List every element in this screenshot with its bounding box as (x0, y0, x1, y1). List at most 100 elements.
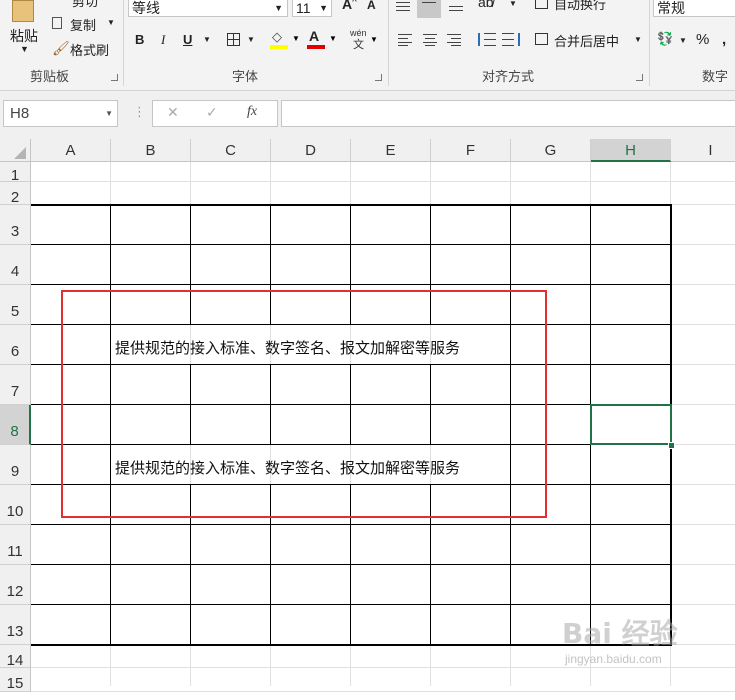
chevron-down-icon[interactable]: ▼ (203, 35, 211, 44)
align-left-icon[interactable] (398, 34, 412, 46)
wrap-text-button[interactable]: 自动换行 (533, 0, 633, 14)
row-header-3[interactable]: 3 (0, 205, 31, 245)
increase-indent-icon[interactable] (502, 33, 520, 46)
insert-function-icon[interactable]: fx (247, 104, 257, 120)
clipboard-group-label: 剪贴板 (30, 69, 70, 84)
row-header-5[interactable]: 5 (0, 285, 31, 325)
chevron-down-icon: ▼ (329, 34, 337, 43)
chevron-down-icon[interactable]: ▼ (105, 101, 113, 126)
chevron-down-icon[interactable]: ▼ (679, 36, 687, 45)
cancel-icon[interactable]: ✕ (167, 104, 179, 121)
font-dialog-launcher[interactable] (375, 74, 382, 81)
column-header-d[interactable]: D (271, 139, 351, 162)
row-header-2[interactable]: 2 (0, 182, 31, 206)
alignment-group-label: 对齐方式 (482, 69, 535, 84)
paste-label: 粘贴 (10, 28, 38, 44)
align-bottom-icon[interactable] (447, 0, 465, 14)
orientation-icon[interactable]: ab̸ (478, 0, 494, 10)
clipboard-dialog-launcher[interactable] (111, 74, 118, 81)
font-size-select[interactable]: 11 ▼ (292, 0, 332, 17)
row-header-9[interactable]: 9 (0, 445, 31, 485)
brush-icon: 🖌 (52, 40, 70, 56)
row-header-4[interactable]: 4 (0, 245, 31, 285)
column-header-b[interactable]: B (111, 139, 191, 162)
chevron-down-icon: ▼ (634, 35, 642, 44)
row-header-1[interactable]: 1 (0, 162, 31, 184)
row-header-15[interactable]: 15 (0, 668, 31, 692)
column-header-g[interactable]: G (511, 139, 591, 162)
column-header-e[interactable]: E (351, 139, 431, 162)
paste-button[interactable]: 粘贴 ▼ (4, 0, 44, 60)
row-header-8[interactable]: 8 (0, 405, 31, 445)
row-header-10[interactable]: 10 (0, 485, 31, 525)
chevron-down-icon: ▼ (107, 18, 115, 27)
font-group-label: 字体 (232, 69, 259, 84)
table-border-horizontal (31, 524, 672, 525)
row-header-11[interactable]: 11 (0, 525, 31, 565)
decrease-indent-icon[interactable] (478, 33, 496, 46)
borders-icon[interactable] (227, 33, 240, 46)
align-middle-icon[interactable] (394, 0, 412, 14)
copy-icon (52, 17, 62, 29)
name-box[interactable]: H8 ▼ (3, 100, 118, 127)
phonetic-guide-button[interactable]: wén 文 ▼ (348, 28, 378, 51)
row-header-14[interactable]: 14 (0, 645, 31, 669)
row-header-7[interactable]: 7 (0, 365, 31, 405)
wrap-text-label: 自动换行 (554, 0, 607, 12)
table-border-horizontal (31, 284, 672, 285)
name-box-value: H8 (10, 105, 30, 122)
chevron-down-icon[interactable]: ▼ (509, 0, 517, 8)
comma-style-icon[interactable]: , (722, 31, 726, 48)
chevron-down-icon: ▼ (20, 44, 29, 54)
row-header-13[interactable]: 13 (0, 605, 31, 645)
formula-buttons: ✕ ✓ fx (152, 100, 278, 127)
gridline-horizontal (31, 181, 735, 182)
decrease-font-size-icon[interactable]: Aˇ (367, 0, 378, 12)
row-header-12[interactable]: 12 (0, 565, 31, 605)
fill-color-button[interactable]: ◇ ▼ (270, 29, 300, 51)
font-color-button[interactable]: A ▼ (307, 28, 337, 51)
phonetic-char-icon: 文 (353, 39, 364, 51)
font-name-value: 等线 (132, 0, 160, 16)
formula-bar-grip-icon[interactable]: ⋮ (133, 104, 146, 120)
column-header-f[interactable]: F (431, 139, 511, 162)
fill-handle[interactable] (668, 442, 675, 449)
merge-center-button[interactable]: 合并后居中 ▼ (533, 30, 643, 50)
bold-button[interactable]: B (135, 32, 144, 47)
chevron-down-icon: ▼ (319, 3, 328, 13)
font-name-select[interactable]: 等线 ▼ (128, 0, 288, 17)
column-header-a[interactable]: A (31, 139, 111, 162)
row-header-6[interactable]: 6 (0, 325, 31, 365)
copy-button[interactable]: 复制 ▼ (50, 15, 120, 33)
clipboard-icon (12, 0, 34, 22)
underline-button[interactable]: U (183, 32, 192, 47)
table-border-horizontal (31, 604, 672, 605)
merge-cells-icon (535, 33, 548, 45)
copy-label: 复制 (70, 18, 97, 33)
align-center-vertical-icon[interactable] (417, 0, 441, 18)
format-painter-button[interactable]: 🖌 格式刷 (50, 40, 120, 58)
merge-center-label: 合并后居中 (554, 34, 620, 49)
percent-button[interactable]: % (696, 31, 709, 48)
number-group-label: 数字 (702, 69, 729, 84)
increase-font-size-icon[interactable]: A^ (342, 0, 357, 12)
currency-icon[interactable]: 💱 (657, 31, 673, 47)
formula-input[interactable] (281, 100, 735, 127)
column-header-i[interactable]: I (671, 139, 735, 162)
column-header-c[interactable]: C (191, 139, 271, 162)
enter-icon[interactable]: ✓ (206, 104, 218, 121)
cut-button[interactable]: 剪切 (72, 0, 98, 10)
alignment-dialog-launcher[interactable] (636, 74, 643, 81)
chevron-down-icon[interactable]: ▼ (247, 35, 255, 44)
wrap-text-icon (535, 0, 548, 9)
align-right-icon[interactable] (447, 34, 461, 46)
number-format-select[interactable]: 常规 (653, 0, 735, 17)
italic-button[interactable]: I (161, 32, 165, 48)
align-center-icon[interactable] (423, 34, 437, 46)
ribbon: 粘贴 ▼ 剪切 复制 ▼ 🖌 格式刷 剪贴板 等线 ▼ 11 ▼ A^ Aˇ B… (0, 0, 735, 91)
chevron-down-icon: ▼ (370, 35, 378, 44)
column-header-h[interactable]: H (591, 139, 671, 162)
font-size-value: 11 (296, 0, 311, 16)
active-cell-h8[interactable] (590, 404, 672, 445)
gridline-horizontal (31, 691, 735, 692)
